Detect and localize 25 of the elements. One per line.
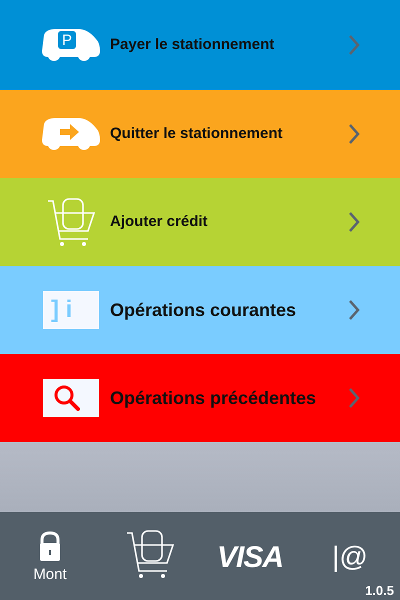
menu-label: Quitter le stationnement: [110, 124, 283, 144]
visa-logo[interactable]: VISA: [216, 534, 284, 580]
menu-item[interactable]: Ajouter crédit: [0, 178, 400, 266]
chevron-icon: [348, 123, 360, 145]
chevron-icon: [348, 299, 360, 321]
search-icon: [43, 379, 99, 417]
menu-label: Opérations courantes: [110, 298, 296, 322]
parking-sign: P: [58, 31, 76, 49]
email-icon[interactable]: |@: [332, 543, 368, 571]
menu-label: Ajouter crédit: [110, 212, 208, 232]
car-arrow-icon: [40, 116, 102, 152]
menu-item[interactable]: Opérations précédentes: [0, 354, 400, 442]
lock-label: Mont: [33, 566, 67, 584]
cart-icon: [46, 197, 96, 247]
menu-label: Opérations précédentes: [110, 386, 316, 410]
version-text: 1.0.5: [365, 582, 394, 600]
lock-icon[interactable]: [37, 530, 63, 563]
menu-item[interactable]: ] i Opérations courantes: [0, 266, 400, 354]
chevron-icon: [348, 34, 360, 56]
chevron-icon: [348, 211, 360, 233]
menu-label: Payer le stationnement: [110, 34, 274, 55]
chevron-icon: [348, 387, 360, 409]
menu-item[interactable]: P Payer le stationnement: [0, 0, 400, 90]
menu-item[interactable]: Quitter le stationnement: [0, 90, 400, 178]
info-icon: ] i: [43, 291, 99, 329]
